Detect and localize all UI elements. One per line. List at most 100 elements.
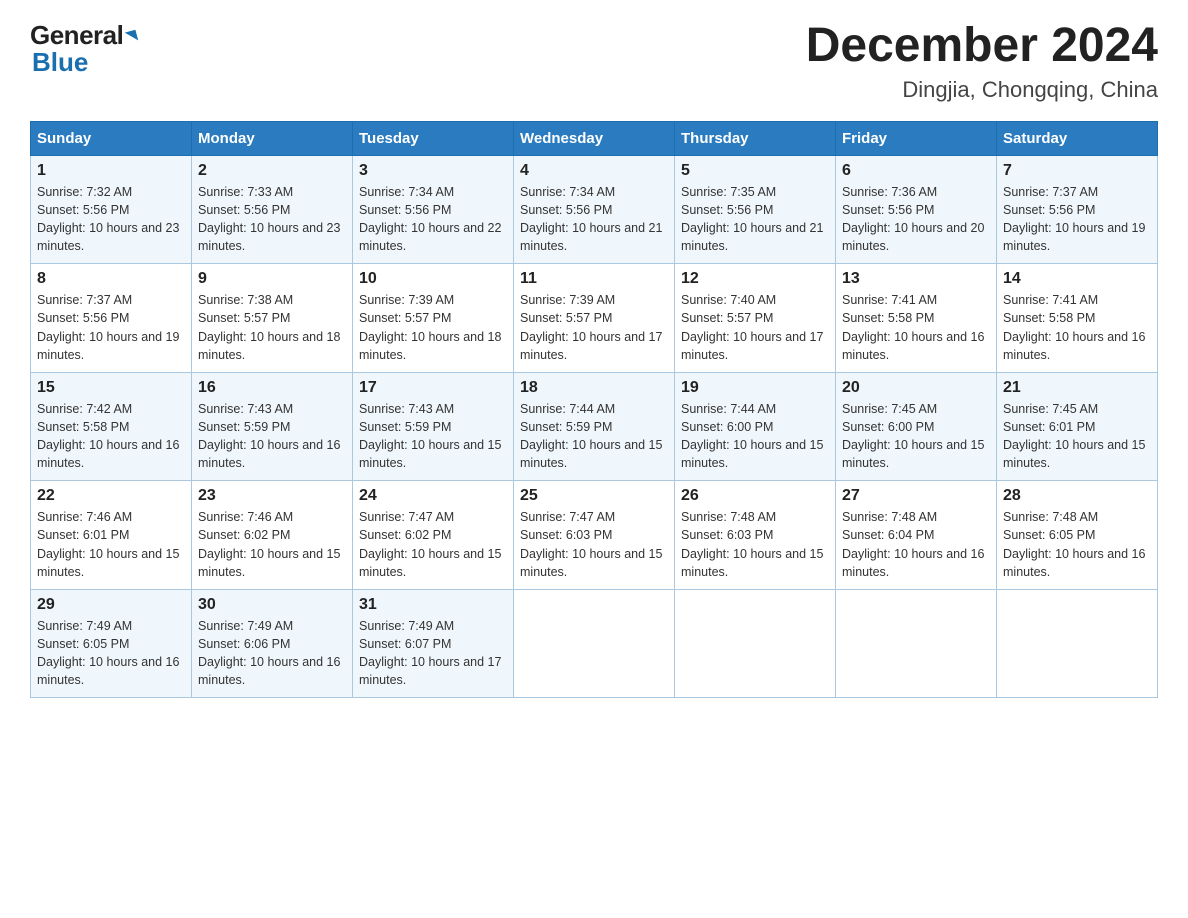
day-info: Sunrise: 7:34 AMSunset: 5:56 PMDaylight:… — [520, 183, 668, 256]
calendar-week-row: 29 Sunrise: 7:49 AMSunset: 6:05 PMDayligh… — [31, 589, 1158, 698]
calendar-week-row: 22 Sunrise: 7:46 AMSunset: 6:01 PMDayligh… — [31, 481, 1158, 590]
calendar-cell: 29 Sunrise: 7:49 AMSunset: 6:05 PMDayligh… — [31, 589, 192, 698]
day-number: 4 — [520, 162, 668, 180]
column-header-monday: Monday — [192, 121, 353, 155]
column-header-sunday: Sunday — [31, 121, 192, 155]
calendar-cell: 16Sunrise: 7:43 AMSunset: 5:59 PMDayligh… — [192, 372, 353, 481]
day-info: Sunrise: 7:35 AMSunset: 5:56 PMDaylight:… — [681, 183, 829, 256]
day-number: 12 — [681, 270, 829, 288]
calendar-cell: 18Sunrise: 7:44 AMSunset: 5:59 PMDayligh… — [514, 372, 675, 481]
calendar-header-row: SundayMondayTuesdayWednesdayThursdayFrid… — [31, 121, 1158, 155]
day-number: 28 — [1003, 487, 1151, 505]
day-info: Sunrise: 7:41 AMSunset: 5:58 PMDaylight:… — [1003, 291, 1151, 364]
day-info: Sunrise: 7:34 AMSunset: 5:56 PMDaylight:… — [359, 183, 507, 256]
calendar-cell: 9Sunrise: 7:38 AMSunset: 5:57 PMDaylight… — [192, 264, 353, 373]
day-info: Sunrise: 7:44 AMSunset: 6:00 PMDaylight:… — [681, 400, 829, 473]
calendar-cell: 20 Sunrise: 7:45 AMSunset: 6:00 PMDayligh… — [836, 372, 997, 481]
calendar-week-row: 8 Sunrise: 7:37 AMSunset: 5:56 PMDaylight… — [31, 264, 1158, 373]
calendar-cell — [997, 589, 1158, 698]
day-number: 3 — [359, 162, 507, 180]
day-number: 8 — [37, 270, 185, 288]
calendar-cell: 8 Sunrise: 7:37 AMSunset: 5:56 PMDaylight… — [31, 264, 192, 373]
day-info: Sunrise: 7:37 AMSunset: 5:56 PMDaylight:… — [37, 291, 185, 364]
day-number: 10 — [359, 270, 507, 288]
day-number: 17 — [359, 379, 507, 397]
calendar-cell: 27 Sunrise: 7:48 AMSunset: 6:04 PMDayligh… — [836, 481, 997, 590]
calendar-cell: 25Sunrise: 7:47 AMSunset: 6:03 PMDayligh… — [514, 481, 675, 590]
column-header-saturday: Saturday — [997, 121, 1158, 155]
calendar-cell: 11Sunrise: 7:39 AMSunset: 5:57 PMDayligh… — [514, 264, 675, 373]
day-number: 2 — [198, 162, 346, 180]
column-header-tuesday: Tuesday — [353, 121, 514, 155]
calendar-table: SundayMondayTuesdayWednesdayThursdayFrid… — [30, 121, 1158, 699]
calendar-cell: 26Sunrise: 7:48 AMSunset: 6:03 PMDayligh… — [675, 481, 836, 590]
day-number: 15 — [37, 379, 185, 397]
day-info: Sunrise: 7:36 AMSunset: 5:56 PMDaylight:… — [842, 183, 990, 256]
calendar-cell: 19 Sunrise: 7:44 AMSunset: 6:00 PMDayligh… — [675, 372, 836, 481]
day-number: 22 — [37, 487, 185, 505]
day-number: 29 — [37, 596, 185, 614]
day-info: Sunrise: 7:46 AMSunset: 6:02 PMDaylight:… — [198, 508, 346, 581]
day-number: 27 — [842, 487, 990, 505]
calendar-cell: 22 Sunrise: 7:46 AMSunset: 6:01 PMDayligh… — [31, 481, 192, 590]
calendar-week-row: 15Sunrise: 7:42 AMSunset: 5:58 PMDayligh… — [31, 372, 1158, 481]
calendar-cell: 3 Sunrise: 7:34 AMSunset: 5:56 PMDaylight… — [353, 155, 514, 264]
day-number: 21 — [1003, 379, 1151, 397]
calendar-cell: 15Sunrise: 7:42 AMSunset: 5:58 PMDayligh… — [31, 372, 192, 481]
day-info: Sunrise: 7:47 AMSunset: 6:02 PMDaylight:… — [359, 508, 507, 581]
logo-arrow-icon — [125, 30, 138, 43]
day-info: Sunrise: 7:49 AMSunset: 6:06 PMDaylight:… — [198, 617, 346, 690]
title-block: December 2024 Dingjia, Chongqing, China — [806, 20, 1158, 103]
day-number: 19 — [681, 379, 829, 397]
calendar-cell — [836, 589, 997, 698]
day-info: Sunrise: 7:39 AMSunset: 5:57 PMDaylight:… — [520, 291, 668, 364]
day-info: Sunrise: 7:41 AMSunset: 5:58 PMDaylight:… — [842, 291, 990, 364]
calendar-cell: 28 Sunrise: 7:48 AMSunset: 6:05 PMDayligh… — [997, 481, 1158, 590]
calendar-cell: 14Sunrise: 7:41 AMSunset: 5:58 PMDayligh… — [997, 264, 1158, 373]
page-header: General Blue December 2024 Dingjia, Chon… — [30, 20, 1158, 103]
month-year-title: December 2024 — [806, 20, 1158, 73]
day-number: 9 — [198, 270, 346, 288]
day-info: Sunrise: 7:43 AMSunset: 5:59 PMDaylight:… — [359, 400, 507, 473]
day-info: Sunrise: 7:49 AMSunset: 6:05 PMDaylight:… — [37, 617, 185, 690]
calendar-cell: 1 Sunrise: 7:32 AMSunset: 5:56 PMDaylight… — [31, 155, 192, 264]
calendar-cell: 24 Sunrise: 7:47 AMSunset: 6:02 PMDayligh… — [353, 481, 514, 590]
location-title: Dingjia, Chongqing, China — [806, 77, 1158, 103]
calendar-cell — [514, 589, 675, 698]
day-info: Sunrise: 7:48 AMSunset: 6:05 PMDaylight:… — [1003, 508, 1151, 581]
day-number: 24 — [359, 487, 507, 505]
column-header-thursday: Thursday — [675, 121, 836, 155]
logo-blue-text: Blue — [32, 47, 88, 78]
day-info: Sunrise: 7:32 AMSunset: 5:56 PMDaylight:… — [37, 183, 185, 256]
calendar-cell — [675, 589, 836, 698]
calendar-cell: 21Sunrise: 7:45 AMSunset: 6:01 PMDayligh… — [997, 372, 1158, 481]
column-header-wednesday: Wednesday — [514, 121, 675, 155]
day-number: 30 — [198, 596, 346, 614]
day-info: Sunrise: 7:37 AMSunset: 5:56 PMDaylight:… — [1003, 183, 1151, 256]
day-info: Sunrise: 7:46 AMSunset: 6:01 PMDaylight:… — [37, 508, 185, 581]
day-info: Sunrise: 7:47 AMSunset: 6:03 PMDaylight:… — [520, 508, 668, 581]
calendar-week-row: 1 Sunrise: 7:32 AMSunset: 5:56 PMDaylight… — [31, 155, 1158, 264]
day-number: 16 — [198, 379, 346, 397]
day-number: 5 — [681, 162, 829, 180]
calendar-cell: 12 Sunrise: 7:40 AMSunset: 5:57 PMDayligh… — [675, 264, 836, 373]
calendar-cell: 4 Sunrise: 7:34 AMSunset: 5:56 PMDaylight… — [514, 155, 675, 264]
day-number: 23 — [198, 487, 346, 505]
day-info: Sunrise: 7:48 AMSunset: 6:04 PMDaylight:… — [842, 508, 990, 581]
day-info: Sunrise: 7:33 AMSunset: 5:56 PMDaylight:… — [198, 183, 346, 256]
calendar-cell: 7Sunrise: 7:37 AMSunset: 5:56 PMDaylight… — [997, 155, 1158, 264]
calendar-cell: 6 Sunrise: 7:36 AMSunset: 5:56 PMDaylight… — [836, 155, 997, 264]
day-info: Sunrise: 7:48 AMSunset: 6:03 PMDaylight:… — [681, 508, 829, 581]
day-number: 6 — [842, 162, 990, 180]
day-number: 1 — [37, 162, 185, 180]
calendar-cell: 10Sunrise: 7:39 AMSunset: 5:57 PMDayligh… — [353, 264, 514, 373]
day-info: Sunrise: 7:45 AMSunset: 6:00 PMDaylight:… — [842, 400, 990, 473]
logo: General Blue — [30, 20, 137, 78]
day-number: 20 — [842, 379, 990, 397]
day-number: 13 — [842, 270, 990, 288]
calendar-cell: 17 Sunrise: 7:43 AMSunset: 5:59 PMDayligh… — [353, 372, 514, 481]
day-number: 31 — [359, 596, 507, 614]
day-info: Sunrise: 7:49 AMSunset: 6:07 PMDaylight:… — [359, 617, 507, 690]
calendar-cell: 13 Sunrise: 7:41 AMSunset: 5:58 PMDayligh… — [836, 264, 997, 373]
day-info: Sunrise: 7:40 AMSunset: 5:57 PMDaylight:… — [681, 291, 829, 364]
